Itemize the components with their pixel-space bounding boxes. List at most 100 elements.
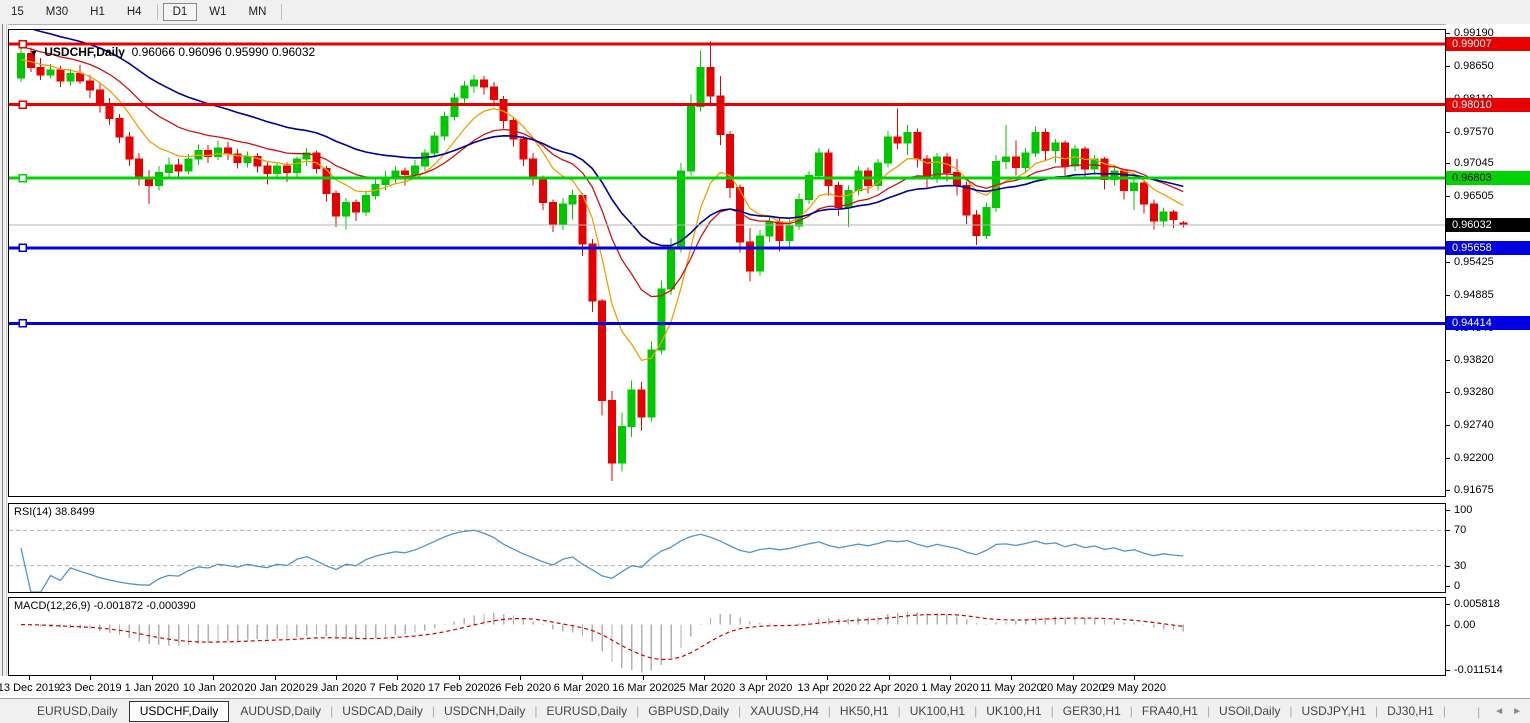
axis-tick [1446, 392, 1450, 394]
time-tick-label: 7 Feb 2020 [369, 682, 426, 694]
chart-tab-usoil[interactable]: USOil,Daily [1210, 700, 1289, 722]
time-tick-label: 26 Feb 2020 [489, 682, 552, 694]
axis-tick-label: 0.93280 [1454, 386, 1494, 399]
axis-tick-label: 0.00 [1454, 618, 1476, 631]
level-line-handle [18, 319, 27, 328]
axis-tick [1446, 530, 1450, 532]
axis-tick [1446, 490, 1450, 492]
axis-tick [1446, 604, 1450, 605]
macd-canvas[interactable] [9, 598, 1445, 675]
axis-tick [1446, 131, 1450, 133]
tab-separator: | [1442, 704, 1446, 718]
chart-tab-gbpusd[interactable]: GBPUSD,Daily [639, 700, 738, 722]
time-tick-label: 23 Dec 2019 [59, 682, 122, 694]
price-axis[interactable]: 0.991900.986500.981100.975700.970450.965… [1446, 24, 1530, 676]
axis-tick-label: 30 [1454, 559, 1467, 572]
axis-tick [1446, 624, 1450, 626]
time-tick-label: 25 Mar 2020 [673, 682, 736, 694]
chart-tab-xauusd[interactable]: XAUUSD,H4 [741, 700, 828, 722]
time-tick-label: 1 Jan 2020 [124, 682, 180, 694]
level-line-handle [18, 100, 27, 109]
tab-separator: | [1477, 704, 1481, 719]
axis-tick [1446, 196, 1450, 198]
timeframe-button-w1[interactable]: W1 [199, 3, 236, 21]
chart-tab-audusd[interactable]: AUDUSD,Daily [231, 700, 330, 722]
axis-tick-label: 70 [1454, 524, 1467, 537]
timeframe-button-m30[interactable]: M30 [36, 3, 78, 21]
chart-tab-usdcnh[interactable]: USDCNH,Daily [435, 700, 534, 722]
chart-tab-uk100[interactable]: UK100,H1 [901, 700, 974, 722]
time-tick [151, 676, 153, 680]
time-tick-label: 13 Apr 2020 [797, 682, 857, 694]
axis-tick-label: 0.92740 [1454, 419, 1494, 432]
axis-tick [1446, 294, 1450, 296]
axis-tick [1446, 359, 1450, 361]
time-tick [213, 676, 215, 680]
time-tick [1011, 676, 1013, 680]
ohlc-close: 0.96032 [271, 45, 316, 59]
time-tick-label: 20 May 2020 [1040, 682, 1105, 694]
time-tick [274, 676, 276, 680]
timeframe-button-15[interactable]: 15 [1, 3, 34, 21]
rsi-canvas[interactable] [9, 504, 1445, 592]
tab-scroll-right-icon[interactable]: ► [1512, 706, 1522, 717]
chart-tab-eurusd[interactable]: EURUSD,Daily [28, 700, 127, 722]
chart-tab-fra40[interactable]: FRA40,H1 [1133, 700, 1207, 722]
timeframe-button-h1[interactable]: H1 [80, 3, 115, 21]
main-chart-canvas[interactable] [9, 30, 1445, 496]
ohlc-low: 0.95990 [225, 45, 269, 59]
axis-tick-label: 0.92200 [1454, 452, 1494, 465]
timeframe-button-h4[interactable]: H4 [117, 3, 152, 21]
chart-tab-usdjpy[interactable]: USDJPY,H1 [1293, 700, 1375, 722]
time-tick-label: 1 May 2020 [921, 682, 979, 694]
timeframe-toolbar: 15 M30 H1 H4 D1 W1 MN [0, 0, 1530, 25]
axis-tick-label: 0.91675 [1454, 484, 1494, 497]
axis-tick [1446, 32, 1450, 34]
symbol-dropdown-icon[interactable]: ▼ [29, 48, 38, 58]
toolbar-separator [281, 4, 283, 20]
axis-tick-label: 0.97045 [1454, 157, 1494, 170]
axis-tick-label: 0 [1454, 580, 1461, 592]
price-chart-panel[interactable] [8, 29, 1446, 497]
chart-tab-uk100[interactable]: UK100,H1 [977, 700, 1050, 722]
level-line-handle [18, 173, 27, 183]
chart-ohlc-readout: ▼ USDCHF,Daily 0.96066 0.96096 0.95990 0.… [16, 31, 315, 73]
time-tick [29, 676, 30, 680]
axis-tick-label: -0.011514 [1454, 664, 1503, 676]
chart-tab-hk50[interactable]: HK50,H1 [831, 700, 898, 722]
time-tick-label: 16 Mar 2020 [612, 682, 674, 694]
chart-tab-ger30[interactable]: GER30,H1 [1054, 700, 1130, 722]
timeframe-button-d1[interactable]: D1 [162, 3, 198, 21]
time-tick [90, 676, 92, 680]
time-tick [581, 676, 583, 680]
toolbar-separator [156, 4, 158, 20]
time-tick [1072, 676, 1074, 680]
axis-tick-label: 0.96505 [1454, 190, 1494, 203]
chart-tab-usdcad[interactable]: USDCAD,Daily [333, 700, 432, 722]
time-tick-label: 13 Dec 2019 [0, 682, 61, 694]
window-left-edge [0, 24, 8, 723]
price-badge: 0.99007 [1446, 37, 1530, 52]
time-tick-label: 17 Feb 2020 [427, 682, 490, 694]
chart-tab-usdchf[interactable]: USDCHF,Daily [128, 700, 230, 722]
macd-panel[interactable] [8, 597, 1446, 676]
axis-tick-label: 100 [1454, 504, 1473, 516]
timeframe-button-mn[interactable]: MN [239, 3, 277, 21]
time-tick-label: 22 Apr 2020 [858, 682, 919, 694]
time-tick [643, 676, 644, 680]
axis-tick [1446, 586, 1450, 587]
time-tick-label: 20 Jan 2020 [244, 682, 305, 694]
axis-tick [1446, 261, 1450, 263]
chart-tab-dj30[interactable]: DJ30,H1 [1378, 700, 1443, 722]
level-line-handle [18, 243, 27, 253]
ohlc-high: 0.96096 [178, 45, 222, 59]
tab-scroll-left-icon[interactable]: ◄ [1494, 706, 1504, 717]
chart-tab-eurusd[interactable]: EURUSD,Daily [537, 700, 636, 722]
time-tick [950, 676, 951, 680]
rsi-panel[interactable] [8, 503, 1446, 593]
price-badge: 0.95658 [1446, 240, 1530, 255]
time-axis[interactable]: 13 Dec 2019 23 Dec 2019 1 Jan 2020 10 Jan 2… [0, 676, 1530, 698]
chart-symbol-label: USDCHF,Daily [44, 45, 125, 59]
time-tick [520, 676, 522, 680]
time-tick-label: 10 Jan 2020 [182, 682, 244, 694]
